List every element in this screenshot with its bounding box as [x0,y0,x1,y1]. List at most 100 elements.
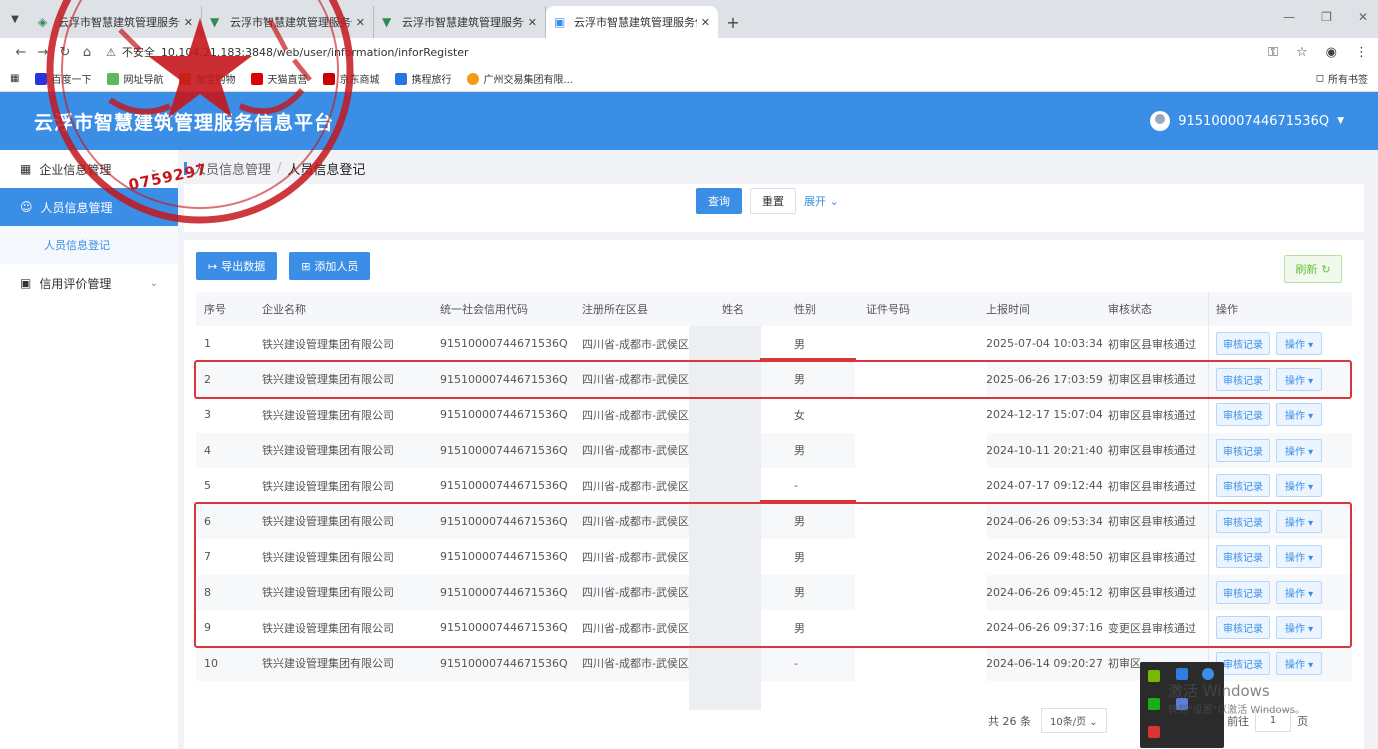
profile-icon[interactable]: ◉ [1326,45,1337,60]
wechat-icon[interactable] [1148,698,1160,710]
nvidia-icon[interactable] [1148,670,1160,682]
highlight-underline [760,500,856,502]
table-row: 5 铁兴建设管理集团有限公司 91510000744671536Q 四川省-成都市-武… [196,468,1352,504]
restore-icon[interactable]: ❐ [1321,10,1332,24]
cell-index: 4 [204,443,211,457]
plus-square-icon: ⊞ [301,259,311,273]
window-close-icon[interactable]: ✕ [1358,10,1368,24]
column-header: 审核状态 [1108,303,1152,316]
chevron-down-icon: ⌄ [149,277,158,289]
sidebar-item-credit[interactable]: ▣ 信用评价管理 ⌄ [0,264,178,302]
audit-record-button[interactable]: 审核记录 [1216,332,1270,356]
cell-region: 四川省-成都市-武侯区 [582,408,689,422]
more-menu-icon[interactable]: ⋮ [1355,45,1368,60]
site-icon [467,72,480,85]
table-row: 3 铁兴建设管理集团有限公司 91510000744671536Q 四川省-成都市-武… [196,397,1352,433]
chevron-down-icon: ⌄ [1089,717,1098,728]
highlight-box-row-2 [194,360,1352,399]
key-icon[interactable]: ⚿ [1268,45,1278,60]
bookmark-gzjy[interactable]: 广州交易集团有限... [467,71,573,86]
table-row: 4 铁兴建设管理集团有限公司 91510000744671536Q 四川省-成都市-武… [196,432,1352,468]
back-arrow-icon[interactable]: ← [10,45,32,60]
table-row: 1 铁兴建设管理集团有限公司 91510000744671536Q 四川省-成都市-武… [196,326,1352,362]
reset-button[interactable]: 重置 [750,188,796,214]
all-bookmarks[interactable]: ◻ 所有书签 [1316,71,1368,86]
window-controls: — ❐ ✕ [1283,10,1368,24]
table-toolbar: ↦ 导出数据 ⊞ 添加人员 [196,252,371,280]
avatar [1150,111,1171,131]
add-person-button[interactable]: ⊞ 添加人员 [289,252,371,280]
caret-down-icon: ▾ [1305,446,1314,458]
highlight-box-rows-6-9 [194,502,1352,648]
close-icon[interactable]: ✕ [528,16,537,29]
refresh-button[interactable]: 刷新 ↻ [1284,255,1342,283]
cell-index: 3 [204,408,211,422]
new-tab-plus-icon[interactable]: + [718,6,748,38]
bookmark-label: 广州交易集团有限... [483,75,573,86]
cell-company: 铁兴建设管理集团有限公司 [262,444,394,458]
cell-report-time: 2025-07-04 10:03:34 [986,337,1103,351]
cell-credit-code: 91510000744671536Q [440,443,568,457]
total-count: 共 26 条 [988,714,1031,728]
star-icon[interactable]: ☆ [1296,45,1308,60]
bookmark-ctrip[interactable]: 携程旅行 [395,71,451,86]
caret-down-icon: ▾ [1305,482,1314,494]
browser-tab-3[interactable]: ▼ 云浮市智慧建筑管理服务信息平 ✕ [374,6,546,38]
bookmark-label: 携程旅行 [411,75,452,86]
query-button[interactable]: 查询 [696,188,742,214]
page-size-select[interactable]: 10条/页 ⌄ [1041,708,1107,733]
audit-record-button[interactable]: 审核记录 [1216,438,1270,462]
user-code: 91510000744671536Q [1178,113,1330,129]
row-actions: 审核记录 操作 ▾ [1216,651,1323,675]
cell-credit-code: 91510000744671536Q [440,337,568,351]
button-label: 操作 [1285,659,1305,671]
antivirus-icon[interactable] [1148,726,1160,738]
row-actions: 审核记录 操作 ▾ [1216,403,1323,427]
user-menu[interactable]: 91510000744671536Q ▼ [1150,111,1344,131]
cell-region: 四川省-成都市-武侯区 [582,479,689,493]
cell-gender: - [794,479,798,493]
column-header: 序号 [204,303,226,316]
cell-report-time: 2024-10-11 20:21:40 [986,443,1103,457]
cell-credit-code: 91510000744671536Q [440,408,568,422]
folder-icon: ◻ [1315,73,1324,84]
shield-icon: ▣ [20,276,32,290]
sidebar-item-personnel-register[interactable]: 人员信息登记 [0,226,178,264]
table-header-row: 序号 企业名称 统一社会信用代码 注册所在区县 姓名 性别 证件号码 上报时间 … [196,292,1352,326]
button-label: 操作 [1285,446,1305,458]
column-header: 姓名 [722,303,744,316]
cell-audit-status: 初审区县审核通过 [1108,408,1196,422]
sidebar-item-label: 人员信息登记 [44,239,110,252]
operation-dropdown-button[interactable]: 操作 ▾ [1276,474,1323,498]
network-icon[interactable] [1176,668,1188,680]
operation-dropdown-button[interactable]: 操作 ▾ [1276,332,1323,356]
operation-dropdown-button[interactable]: 操作 ▾ [1276,403,1323,427]
minimize-icon[interactable]: — [1283,10,1295,24]
operation-dropdown-button[interactable]: 操作 ▾ [1276,438,1323,462]
building-icon: ▦ [20,162,32,176]
site-icon [395,72,408,85]
audit-record-button[interactable]: 审核记录 [1216,403,1270,427]
cell-gender: 男 [794,337,805,351]
export-icon: ↦ [208,259,218,273]
close-icon[interactable]: ✕ [701,16,710,29]
audit-record-button[interactable]: 审核记录 [1216,651,1270,675]
browser-tab-4[interactable]: ▣ 云浮市智慧建筑管理服务信息平 ✕ [546,6,718,38]
cell-company: 铁兴建设管理集团有限公司 [262,657,394,671]
bluetooth-icon[interactable] [1202,668,1214,680]
cell-report-time: 2024-07-17 09:12:44 [986,479,1103,493]
export-button[interactable]: ↦ 导出数据 [196,252,278,280]
site-favicon-icon: ▣ [554,15,566,29]
button-label: 刷新 [1295,263,1318,276]
tab-search-icon[interactable]: ▼ [0,0,30,38]
row-actions: 审核记录 操作 ▾ [1216,332,1323,356]
audit-record-button[interactable]: 审核记录 [1216,474,1270,498]
row-actions: 审核记录 操作 ▾ [1216,474,1323,498]
expand-link[interactable]: 展开 ⌄ [804,193,839,209]
tab-title: 云浮市智慧建筑管理服务信息平 [574,16,697,29]
apps-grid-icon[interactable]: ▦ [10,73,19,84]
button-label: 操作 [1285,411,1305,423]
expand-label: 展开 [804,195,826,208]
address-bar-actions: ⚿ ☆ ◉ ⋮ [1268,45,1368,60]
operation-dropdown-button[interactable]: 操作 ▾ [1276,651,1323,675]
